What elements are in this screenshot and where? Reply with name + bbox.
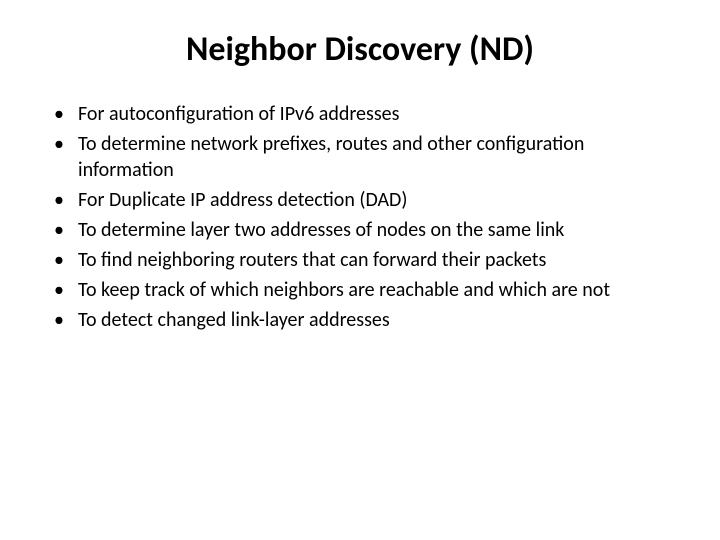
slide: Neighbor Discovery (ND) For autoconfigur…	[0, 0, 720, 540]
bullet-list: For autoconfiguration of IPv6 addresses …	[50, 101, 670, 333]
list-item: To keep track of which neighbors are rea…	[50, 277, 670, 303]
list-item: To find neighboring routers that can for…	[50, 247, 670, 273]
list-item: To determine network prefixes, routes an…	[50, 131, 670, 183]
slide-title: Neighbor Discovery (ND)	[50, 30, 670, 71]
list-item: To determine layer two addresses of node…	[50, 217, 670, 243]
list-item: For autoconfiguration of IPv6 addresses	[50, 101, 670, 127]
list-item: For Duplicate IP address detection (DAD)	[50, 187, 670, 213]
list-item: To detect changed link-layer addresses	[50, 307, 670, 333]
